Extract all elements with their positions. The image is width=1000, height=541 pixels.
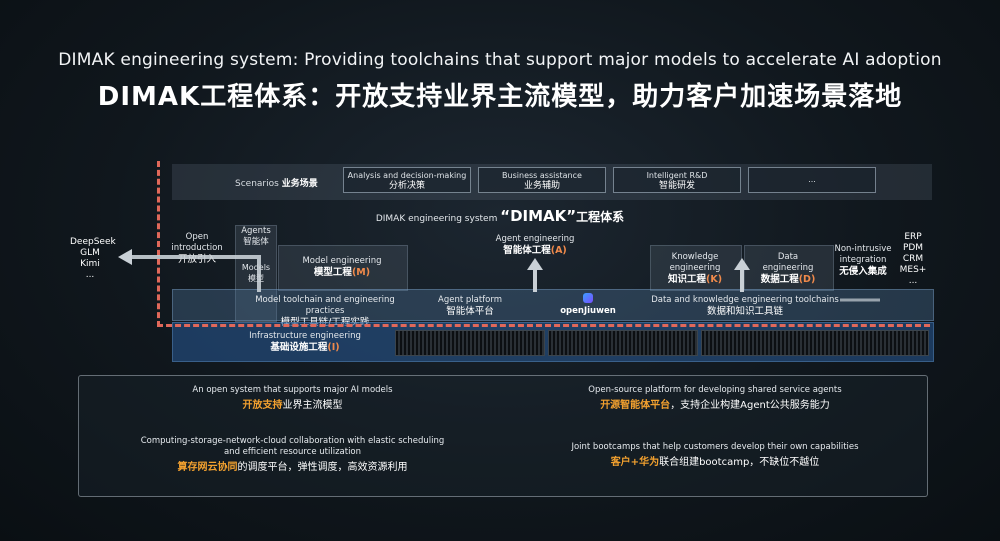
enterprise-systems-list: ERP PDM CRM MES+ ... [899, 232, 927, 286]
highlight-open-source-platform: Open-source platform for developing shar… [588, 385, 842, 411]
highlight-bootcamps: Joint bootcamps that help customers deve… [571, 442, 859, 468]
external-models-list: DeepSeek GLM Kimi ... [70, 237, 116, 280]
knowledge-arrow-head [734, 258, 750, 270]
open-intro-arrow-head [118, 249, 132, 265]
highlight-computing-collab: Computing-storage-network-cloud collabor… [140, 436, 445, 473]
highlight-open-system: An open system that supports major AI mo… [192, 385, 393, 411]
agent-arrow-head [527, 258, 543, 270]
